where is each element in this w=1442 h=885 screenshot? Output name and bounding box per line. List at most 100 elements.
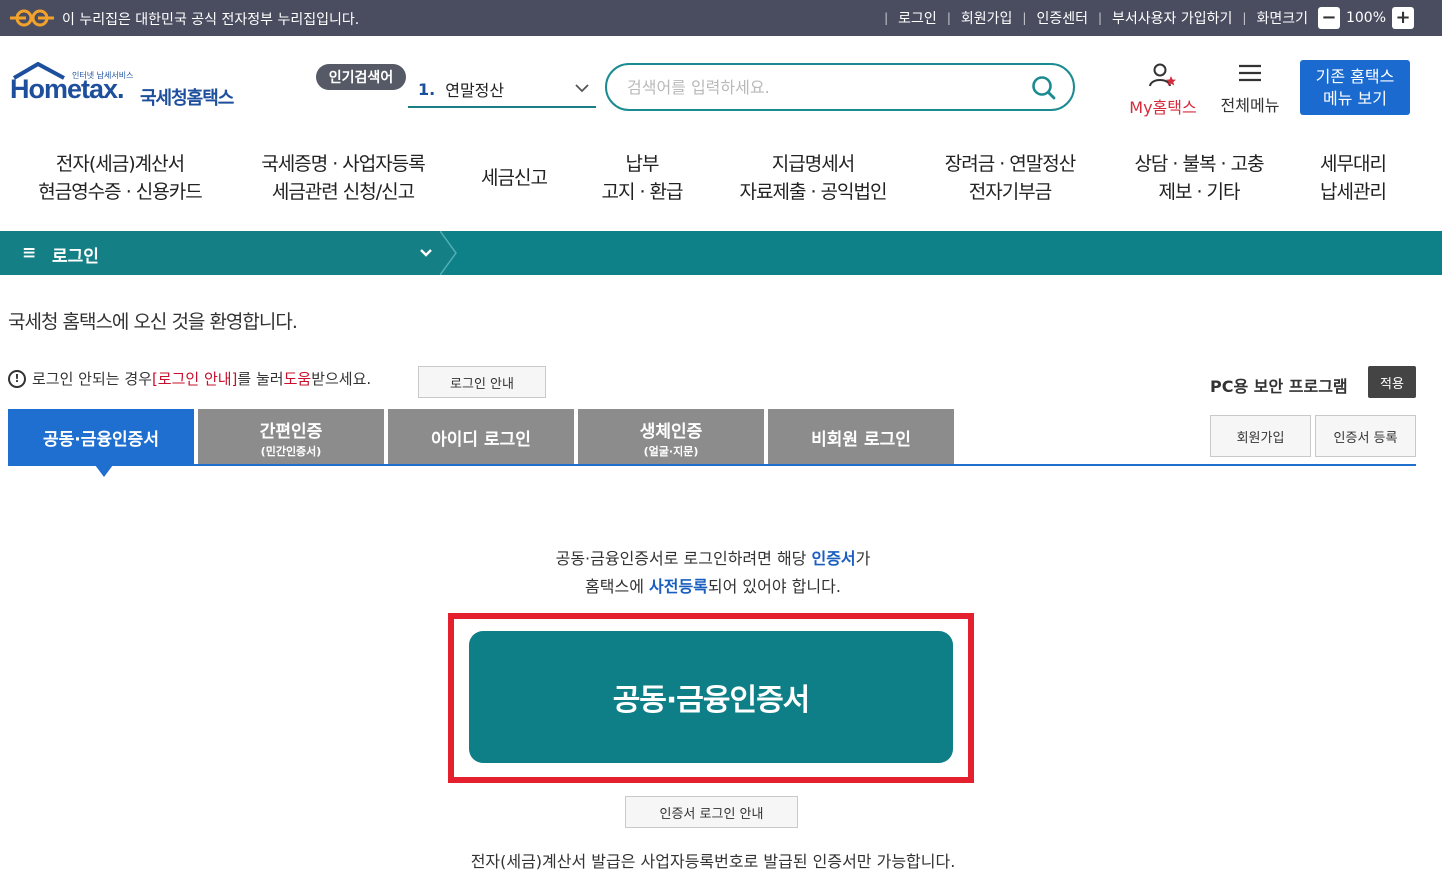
user-star-icon [1149,63,1176,87]
joint-cert-login-button[interactable]: 공동·금융인증서 [469,631,953,763]
welcome-heading: 국세청 홈택스에 오신 것을 환영합니다. [8,311,298,333]
login-guide-button[interactable]: 로그인 안내 [418,366,546,398]
tab-label: 아이디 로그인 [431,430,531,450]
tax-invoice-note: 전자(세금)계산서 발급은 사업자등록번호로 발급된 인증서만 가능합니다. [470,852,956,871]
nav-line1: 세금신고 [481,167,548,189]
breadcrumb-menu[interactable]: ≡ 로그인 [0,231,446,275]
logo-home-text: Home [10,74,82,104]
zoom-in-button[interactable]: + [1392,7,1414,29]
tab-label: 생체인증 [639,421,703,442]
nav-e-tax-invoice[interactable]: 전자(세금)계산서 현금영수증 · 신용카드 [10,150,230,206]
pc-security-label: PC용 보안 프로그램 [1210,377,1348,396]
old-menu-line2: 메뉴 보기 [1323,89,1387,108]
apply-security-button[interactable]: 적용 [1368,366,1416,398]
hometax-logo[interactable]: 인터넷 납세서비스 Hometax. 국세청홈택스 [10,60,250,120]
divider: | [1242,11,1247,25]
nav-line2: 고지 · 환급 [601,181,683,203]
hamburger-icon [1239,64,1261,82]
tab-label: 공동·금융인증서 [43,430,159,450]
tab-guest-login[interactable]: 비회원 로그인 [768,409,956,466]
popular-search-badge: 인기검색어 [316,64,406,90]
dept-user-join-link[interactable]: 부서사용자 가입하기 [1112,8,1232,28]
tab-biometric[interactable]: 생체인증 (얼굴·지문) [578,409,766,466]
egov-logo-icon [10,9,54,27]
nav-line1: 납부 [625,153,660,175]
nav-line2: 현금영수증 · 신용카드 [38,181,202,203]
search-input[interactable] [627,75,1017,99]
desc-line1: 공동·금융인증서로 로그인하려면 해당 인증서가 [0,545,1426,573]
help-login-guide-link: [로그인 안내] [151,370,238,388]
my-hometax-button[interactable]: My홈택스 [1124,62,1202,118]
main-nav: 전자(세금)계산서 현금영수증 · 신용카드 국세증명 · 사업자등록 세금관련… [0,150,1442,210]
nav-line2: 제보 · 기타 [1158,181,1240,203]
desc-line2: 홈택스에 사전등록되어 있어야 합니다. [0,573,1426,601]
divider: | [946,11,951,25]
active-tab-pointer [95,465,113,477]
tab-label: 비회원 로그인 [811,430,911,450]
breadcrumb-separator-icon [440,231,457,275]
old-menu-button[interactable]: 기존 홈택스 메뉴 보기 [1300,60,1410,115]
tabs-underline [8,464,1416,466]
login-help-text: ! 로그인 안되는 경우 [로그인 안내] 를 눌러 도움 받으세요. [8,368,371,389]
nav-payment[interactable]: 납부 고지 · 환급 [580,150,704,206]
tab-id-login[interactable]: 아이디 로그인 [388,409,576,466]
tab-label: 간편인증 [259,421,323,442]
zoom-level: 100% [1345,10,1386,26]
divider: | [884,11,889,25]
join-button[interactable]: 회원가입 [1210,415,1311,457]
zoom-label: 화면크기 [1256,11,1308,27]
breadcrumb-bar: ≡ 로그인 [0,231,1442,275]
chevron-down-icon [575,84,589,93]
zoom-out-button[interactable]: − [1317,7,1340,29]
nav-consultation[interactable]: 상담 · 불복 · 고충 제보 · 기타 [1116,150,1282,206]
join-link[interactable]: 회원가입 [961,8,1013,28]
nav-line1: 지급명세서 [771,153,855,175]
help-pre: 로그인 안되는 경우 [32,370,152,388]
nav-line2: 납세관리 [1320,181,1387,203]
help-mid: 를 눌러 [237,370,284,388]
logo-tax-text: tax. [81,74,125,104]
login-link[interactable]: 로그인 [898,8,937,28]
search-box [605,63,1075,111]
gov-banner: 이 누리집은 대한민국 공식 전자정부 누리집입니다. | 로그인 | 회원가입… [0,0,1442,36]
nav-tax-agent[interactable]: 세무대리 납세관리 [1302,150,1404,206]
help-post: 받으세요. [311,370,372,388]
help-help-word: 도움 [283,370,312,388]
desc-text: 홈택스에 [585,577,650,596]
login-method-tabs: 공동·금융인증서 간편인증 (민간인증서) 아이디 로그인 생체인증 (얼굴·지… [8,409,960,466]
breadcrumb-label: 로그인 [52,247,99,267]
nav-tax-filing[interactable]: 세금신고 [464,164,564,192]
cert-login-guide-button[interactable]: 인증서 로그인 안내 [625,796,798,828]
desc-emphasis: 사전등록 [649,577,708,596]
desc-emphasis: 인증서 [811,549,856,568]
divider: | [1022,11,1027,25]
logo-wordmark: Hometax. [10,74,125,105]
search-icon[interactable] [1031,75,1057,101]
divider: | [1097,11,1103,25]
nav-line2: 전자기부금 [968,181,1052,203]
old-menu-line1: 기존 홈택스 [1315,67,1395,86]
info-icon: ! [8,369,26,388]
tab-simple-auth[interactable]: 간편인증 (민간인증서) [198,409,386,466]
nav-payment-statement[interactable]: 지급명세서 자료제출 · 공익법인 [722,150,904,206]
cert-description: 공동·금융인증서로 로그인하려면 해당 인증서가 홈택스에 사전등록되어 있어야… [0,545,1426,601]
nav-year-end-settlement[interactable]: 장려금 · 연말정산 전자기부금 [924,150,1096,206]
all-menu-button[interactable]: 전체메뉴 [1214,62,1286,116]
nav-line2: 자료제출 · 공익법인 [739,181,888,203]
nav-line1: 전자(세금)계산서 [55,153,185,175]
popular-search-select[interactable]: 1. 연말정산 [408,72,596,108]
desc-text: 가 [855,549,871,568]
popular-rank: 1. [418,79,436,99]
cert-register-button[interactable]: 인증서 등록 [1315,415,1416,457]
gov-links: | 로그인 | 회원가입 | 인증센터 | 부서사용자 가입하기 | 화면크기 … [874,7,1414,29]
nav-line1: 상담 · 불복 · 고충 [1134,153,1264,175]
tab-sublabel: (얼굴·지문) [643,444,699,458]
desc-text: 되어 있어야 합니다. [707,577,841,596]
desc-text: 공동·금융인증서로 로그인하려면 해당 [555,549,812,568]
gov-notice: 이 누리집은 대한민국 공식 전자정부 누리집입니다. [62,12,360,28]
tab-joint-financial-cert[interactable]: 공동·금융인증서 [8,409,196,466]
nav-tax-certificate[interactable]: 국세증명 · 사업자등록 세금관련 신청/신고 [240,150,446,206]
cert-center-link[interactable]: 인증센터 [1036,8,1088,28]
nav-line1: 국세증명 · 사업자등록 [261,153,425,175]
nav-line2: 세금관련 신청/신고 [271,181,415,203]
